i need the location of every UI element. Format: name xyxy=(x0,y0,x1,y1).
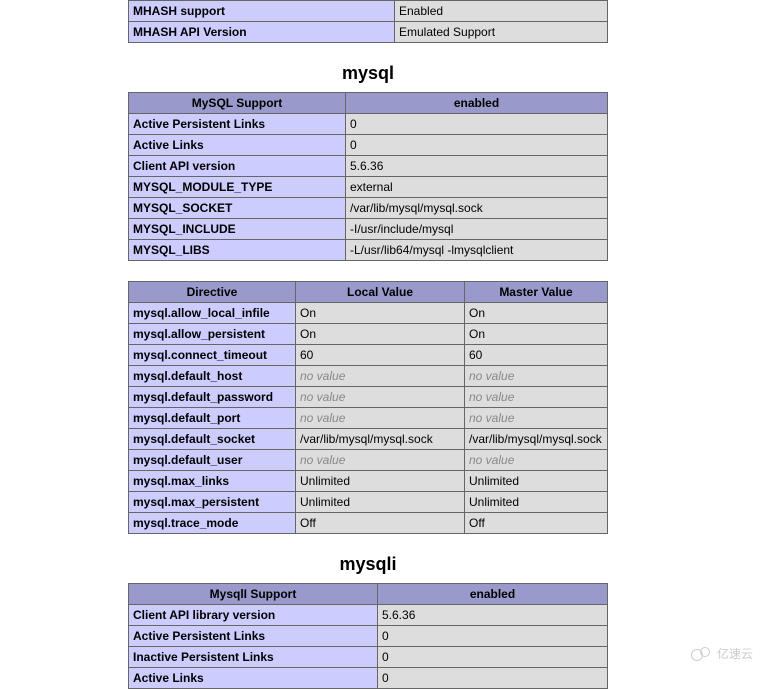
cell-key: mysql.default_host xyxy=(129,366,296,387)
mhash-table: MHASH support Enabled MHASH API Version … xyxy=(128,0,608,43)
table-row: Client API version5.6.36 xyxy=(129,156,608,177)
table-row: mysql.default_hostno valueno value xyxy=(129,366,608,387)
table-row: Active Persistent Links0 xyxy=(129,114,608,135)
cell-local: /var/lib/mysql/mysql.sock xyxy=(296,429,465,450)
header-cell: Directive xyxy=(129,282,296,303)
table-row: Active Persistent Links0 xyxy=(129,626,608,647)
cell-master: no value xyxy=(465,366,608,387)
cell-local: no value xyxy=(296,408,465,429)
table-row: MYSQL_INCLUDE-I/usr/include/mysql xyxy=(129,219,608,240)
cell-master: Unlimited xyxy=(465,471,608,492)
table-row: MHASH support Enabled xyxy=(129,1,608,22)
cell-local: no value xyxy=(296,450,465,471)
cell-key: Active Persistent Links xyxy=(129,626,378,647)
cell-key: mysql.default_password xyxy=(129,387,296,408)
cell-key: MHASH API Version xyxy=(129,22,395,43)
table-row: Inactive Persistent Links0 xyxy=(129,647,608,668)
table-row: MYSQL_LIBS-L/usr/lib64/mysql -lmysqlclie… xyxy=(129,240,608,261)
table-row: MYSQL_MODULE_TYPEexternal xyxy=(129,177,608,198)
cell-key: mysql.max_persistent xyxy=(129,492,296,513)
cell-key: MHASH support xyxy=(129,1,395,22)
cell-local: On xyxy=(296,324,465,345)
cell-key: Client API version xyxy=(129,156,346,177)
cell-value: /var/lib/mysql/mysql.sock xyxy=(346,198,608,219)
table-row: mysql.allow_local_infileOnOn xyxy=(129,303,608,324)
cell-master: Off xyxy=(465,513,608,534)
cell-key: mysql.default_socket xyxy=(129,429,296,450)
cell-key: Client API library version xyxy=(129,605,378,626)
watermark-text: 亿速云 xyxy=(717,645,753,662)
cell-local: Unlimited xyxy=(296,471,465,492)
mysqli-support-table: MysqlI Support enabled Client API librar… xyxy=(128,583,608,689)
cell-key: Inactive Persistent Links xyxy=(129,647,378,668)
table-row: mysql.max_linksUnlimitedUnlimited xyxy=(129,471,608,492)
header-cell: enabled xyxy=(378,584,608,605)
cell-key: MYSQL_INCLUDE xyxy=(129,219,346,240)
header-cell: Local Value xyxy=(296,282,465,303)
cell-value: 0 xyxy=(378,668,608,689)
table-row: mysql.connect_timeout6060 xyxy=(129,345,608,366)
table-row: mysql.default_passwordno valueno value xyxy=(129,387,608,408)
table-row: MHASH API Version Emulated Support xyxy=(129,22,608,43)
cell-key: MYSQL_LIBS xyxy=(129,240,346,261)
header-cell: Master Value xyxy=(465,282,608,303)
table-row: mysql.default_userno valueno value xyxy=(129,450,608,471)
cell-local: no value xyxy=(296,387,465,408)
header-cell: MysqlI Support xyxy=(129,584,378,605)
cell-master: /var/lib/mysql/mysql.sock xyxy=(465,429,608,450)
table-row: mysql.default_socket/var/lib/mysql/mysql… xyxy=(129,429,608,450)
cell-key: mysql.connect_timeout xyxy=(129,345,296,366)
cell-value: Enabled xyxy=(395,1,608,22)
cell-key: mysql.allow_local_infile xyxy=(129,303,296,324)
cell-master: On xyxy=(465,303,608,324)
mysql-directive-table: Directive Local Value Master Value mysql… xyxy=(128,281,608,534)
cell-value: -L/usr/lib64/mysql -lmysqlclient xyxy=(346,240,608,261)
cell-master: On xyxy=(465,324,608,345)
mysql-support-table: MySQL Support enabled Active Persistent … xyxy=(128,92,608,261)
cell-key: mysql.trace_mode xyxy=(129,513,296,534)
cell-value: 0 xyxy=(378,626,608,647)
cell-key: mysql.default_port xyxy=(129,408,296,429)
section-title-mysql: mysql xyxy=(128,63,608,84)
cell-local: Off xyxy=(296,513,465,534)
header-cell: enabled xyxy=(346,93,608,114)
cell-master: 60 xyxy=(465,345,608,366)
table-row: mysql.default_portno valueno value xyxy=(129,408,608,429)
header-cell: MySQL Support xyxy=(129,93,346,114)
table-row: mysql.max_persistentUnlimitedUnlimited xyxy=(129,492,608,513)
cell-local: Unlimited xyxy=(296,492,465,513)
table-row: MYSQL_SOCKET/var/lib/mysql/mysql.sock xyxy=(129,198,608,219)
section-title-mysqli: mysqli xyxy=(128,554,608,575)
cell-value: 0 xyxy=(346,135,608,156)
cell-key: mysql.max_links xyxy=(129,471,296,492)
cell-key: mysql.default_user xyxy=(129,450,296,471)
cell-master: no value xyxy=(465,387,608,408)
cell-key: MYSQL_SOCKET xyxy=(129,198,346,219)
cell-value: external xyxy=(346,177,608,198)
table-row: Client API library version5.6.36 xyxy=(129,605,608,626)
cell-value: 0 xyxy=(378,647,608,668)
cell-value: -I/usr/include/mysql xyxy=(346,219,608,240)
cell-key: Active Persistent Links xyxy=(129,114,346,135)
table-row: Active Links0 xyxy=(129,135,608,156)
cell-key: MYSQL_MODULE_TYPE xyxy=(129,177,346,198)
cloud-icon xyxy=(691,647,713,661)
cell-key: mysql.allow_persistent xyxy=(129,324,296,345)
cell-local: 60 xyxy=(296,345,465,366)
cell-local: no value xyxy=(296,366,465,387)
cell-value: Emulated Support xyxy=(395,22,608,43)
cell-master: no value xyxy=(465,450,608,471)
cell-value: 5.6.36 xyxy=(346,156,608,177)
cell-key: Active Links xyxy=(129,668,378,689)
cell-value: 5.6.36 xyxy=(378,605,608,626)
cell-value: 0 xyxy=(346,114,608,135)
cell-master: Unlimited xyxy=(465,492,608,513)
cell-master: no value xyxy=(465,408,608,429)
watermark: 亿速云 xyxy=(691,645,753,662)
cell-local: On xyxy=(296,303,465,324)
table-row: Active Links0 xyxy=(129,668,608,689)
cell-key: Active Links xyxy=(129,135,346,156)
table-row: mysql.allow_persistentOnOn xyxy=(129,324,608,345)
table-row: mysql.trace_modeOffOff xyxy=(129,513,608,534)
